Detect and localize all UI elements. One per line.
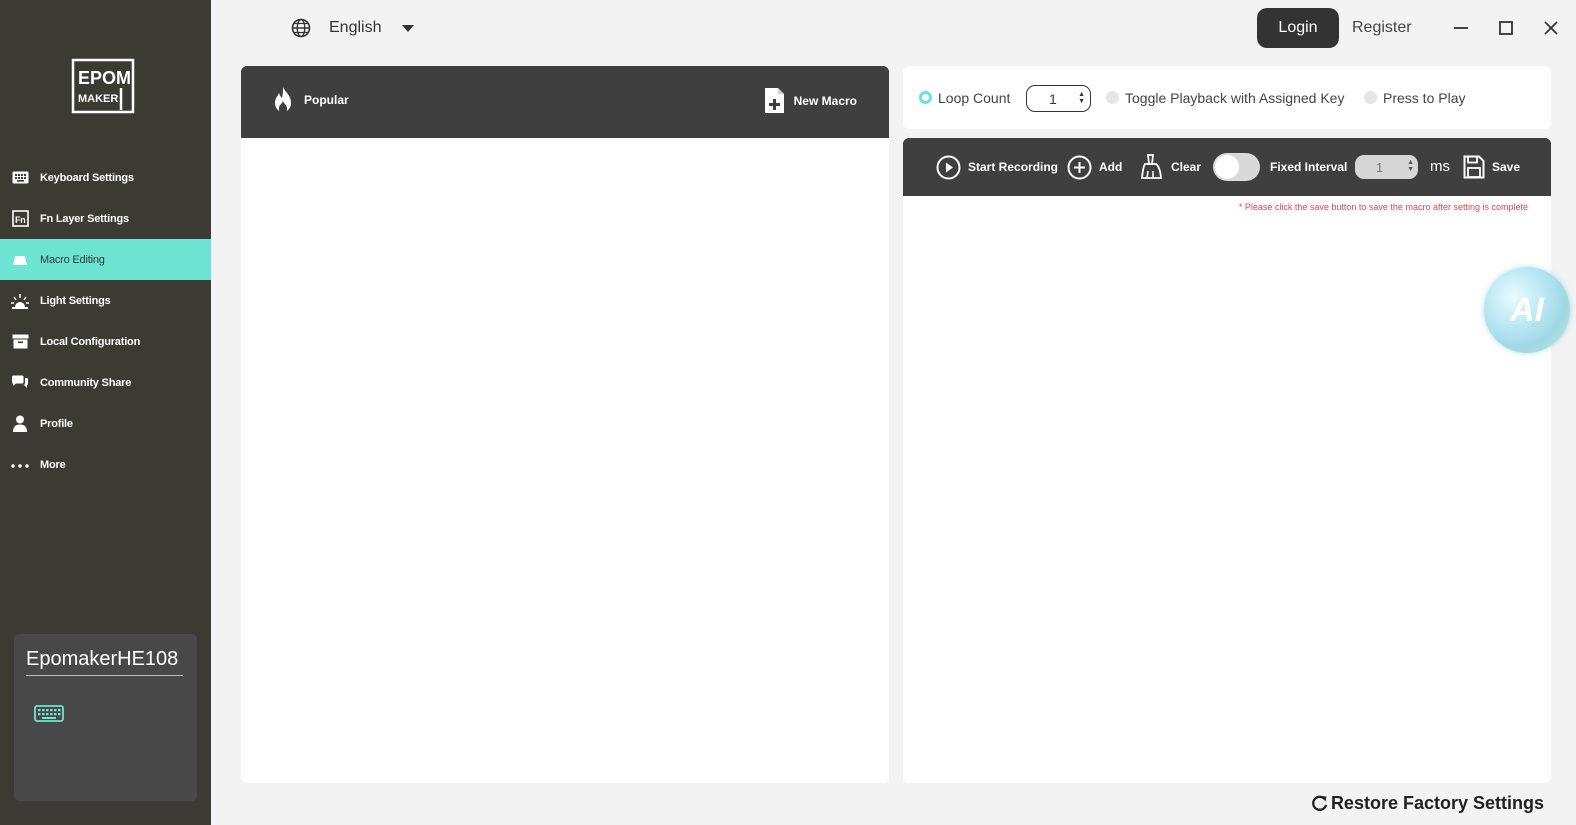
fixed-interval-toggle[interactable] [1213, 153, 1260, 181]
loop-count-radio[interactable] [919, 91, 932, 104]
interval-stepper[interactable]: 1 ▲ ▼ [1355, 155, 1418, 179]
editor-toolbar: Start Recording Add Clear Fixed Interval… [903, 138, 1551, 196]
fn-icon: Fn [11, 210, 29, 228]
new-macro-button[interactable]: New Macro [764, 87, 857, 114]
globe-icon [291, 18, 311, 38]
sidebar-nav: Keyboard Settings Fn Fn Layer Settings M… [0, 157, 211, 485]
minimize-icon[interactable] [1451, 18, 1471, 38]
sidebar-item-macro-editing[interactable]: Macro Editing [0, 239, 211, 280]
maximize-icon[interactable] [1496, 18, 1516, 38]
popular-label: Popular [304, 93, 349, 107]
sidebar-item-profile[interactable]: Profile [0, 403, 211, 444]
loop-count-option[interactable]: Loop Count [919, 66, 1010, 129]
chevron-down-icon[interactable] [401, 24, 415, 33]
ms-unit: ms [1430, 158, 1450, 175]
refresh-icon [1312, 795, 1328, 811]
sidebar-item-label: Profile [40, 417, 73, 430]
add-button[interactable]: Add [1067, 138, 1122, 196]
more-icon [11, 456, 29, 474]
stepper-arrows-icon[interactable]: ▲ ▼ [1407, 159, 1414, 173]
svg-text:Fn: Fn [15, 215, 26, 225]
sidebar-item-label: Light Settings [40, 294, 111, 307]
sidebar-item-local-configuration[interactable]: Local Configuration [0, 321, 211, 362]
sidebar-item-label: Community Share [40, 376, 132, 389]
register-button[interactable]: Register [1352, 19, 1412, 37]
logo-line-2: MAKER [78, 93, 118, 105]
toggle-knob [1215, 155, 1239, 179]
save-hint: * Please click the save button to save t… [1238, 202, 1528, 212]
language-label: English [329, 19, 382, 36]
interval-value: 1 [1376, 159, 1384, 175]
save-button[interactable]: Save [1463, 138, 1520, 196]
stepper-arrows-icon[interactable]: ▲ ▼ [1078, 91, 1085, 105]
loop-count-stepper[interactable]: 1 ▲ ▼ [1026, 85, 1091, 112]
sidebar-item-label: Macro Editing [40, 253, 105, 266]
keyboard-icon [34, 705, 64, 722]
press-to-play-option[interactable]: Press to Play [1364, 66, 1465, 129]
sidebar-item-label: More [40, 458, 66, 471]
add-label: Add [1099, 160, 1123, 174]
fire-icon [275, 87, 291, 114]
play-circle-icon [936, 155, 961, 179]
start-recording-button[interactable]: Start Recording [936, 138, 1058, 196]
new-macro-label: New Macro [793, 93, 857, 108]
sidebar-item-community-share[interactable]: Community Share [0, 362, 211, 403]
device-card[interactable]: EpomakerHE108 [14, 634, 197, 801]
epomaker-logo: EPOM MAKER [71, 58, 135, 114]
new-file-icon [764, 88, 784, 113]
save-label: Save [1492, 160, 1521, 174]
sidebar-item-label: Fn Layer Settings [40, 212, 129, 225]
light-icon [11, 292, 29, 310]
clear-button[interactable]: Clear [1140, 138, 1201, 196]
plus-circle-icon [1067, 155, 1092, 179]
press-to-play-label: Press to Play [1383, 89, 1466, 106]
start-recording-label: Start Recording [968, 160, 1059, 174]
loop-count-label: Loop Count [938, 89, 1011, 106]
popular-tab[interactable]: Popular [271, 86, 349, 114]
press-to-play-radio[interactable] [1364, 91, 1377, 104]
ai-assistant-button[interactable]: AI [1484, 267, 1570, 353]
clear-label: Clear [1171, 160, 1202, 174]
sidebar-item-label: Local Configuration [40, 335, 141, 348]
broom-icon [1141, 154, 1162, 179]
macro-icon [11, 251, 29, 269]
sidebar-item-light-settings[interactable]: Light Settings [0, 280, 211, 321]
toggle-playback-radio[interactable] [1106, 91, 1119, 104]
restore-factory-settings-button[interactable]: Restore Factory Settings [1311, 793, 1544, 814]
toggle-playback-label: Toggle Playback with Assigned Key [1125, 89, 1345, 106]
sidebar-item-label: Keyboard Settings [40, 171, 134, 184]
archive-icon [11, 333, 29, 351]
restore-label: Restore Factory Settings [1330, 793, 1544, 813]
close-icon[interactable] [1541, 18, 1561, 38]
device-name: EpomakerHE108 [26, 648, 183, 676]
sidebar-item-more[interactable]: More [0, 444, 211, 485]
playback-options: Loop Count 1 ▲ ▼ Toggle Playback with Ass… [903, 66, 1551, 129]
loop-count-value: 1 [1049, 90, 1057, 107]
macro-editor: Start Recording Add Clear Fixed Interval… [903, 138, 1551, 783]
logo-line-1: EPOM [78, 68, 131, 88]
macro-list-header: Popular New Macro [241, 66, 889, 138]
login-button[interactable]: Login [1257, 8, 1339, 48]
toggle-playback-option[interactable]: Toggle Playback with Assigned Key [1106, 66, 1344, 129]
macro-list-panel: Popular New Macro [241, 66, 889, 783]
sidebar: EPOM MAKER Keyboard Settings Fn Fn Layer… [0, 0, 211, 825]
sidebar-item-keyboard-settings[interactable]: Keyboard Settings [0, 157, 211, 198]
keyboard-icon [11, 169, 29, 187]
save-icon [1463, 155, 1485, 179]
sidebar-item-fn-layer-settings[interactable]: Fn Fn Layer Settings [0, 198, 211, 239]
fixed-interval-label: Fixed Interval [1270, 160, 1348, 174]
chat-icon [11, 374, 29, 392]
user-icon [11, 415, 29, 433]
language-selector[interactable]: English [291, 18, 415, 38]
